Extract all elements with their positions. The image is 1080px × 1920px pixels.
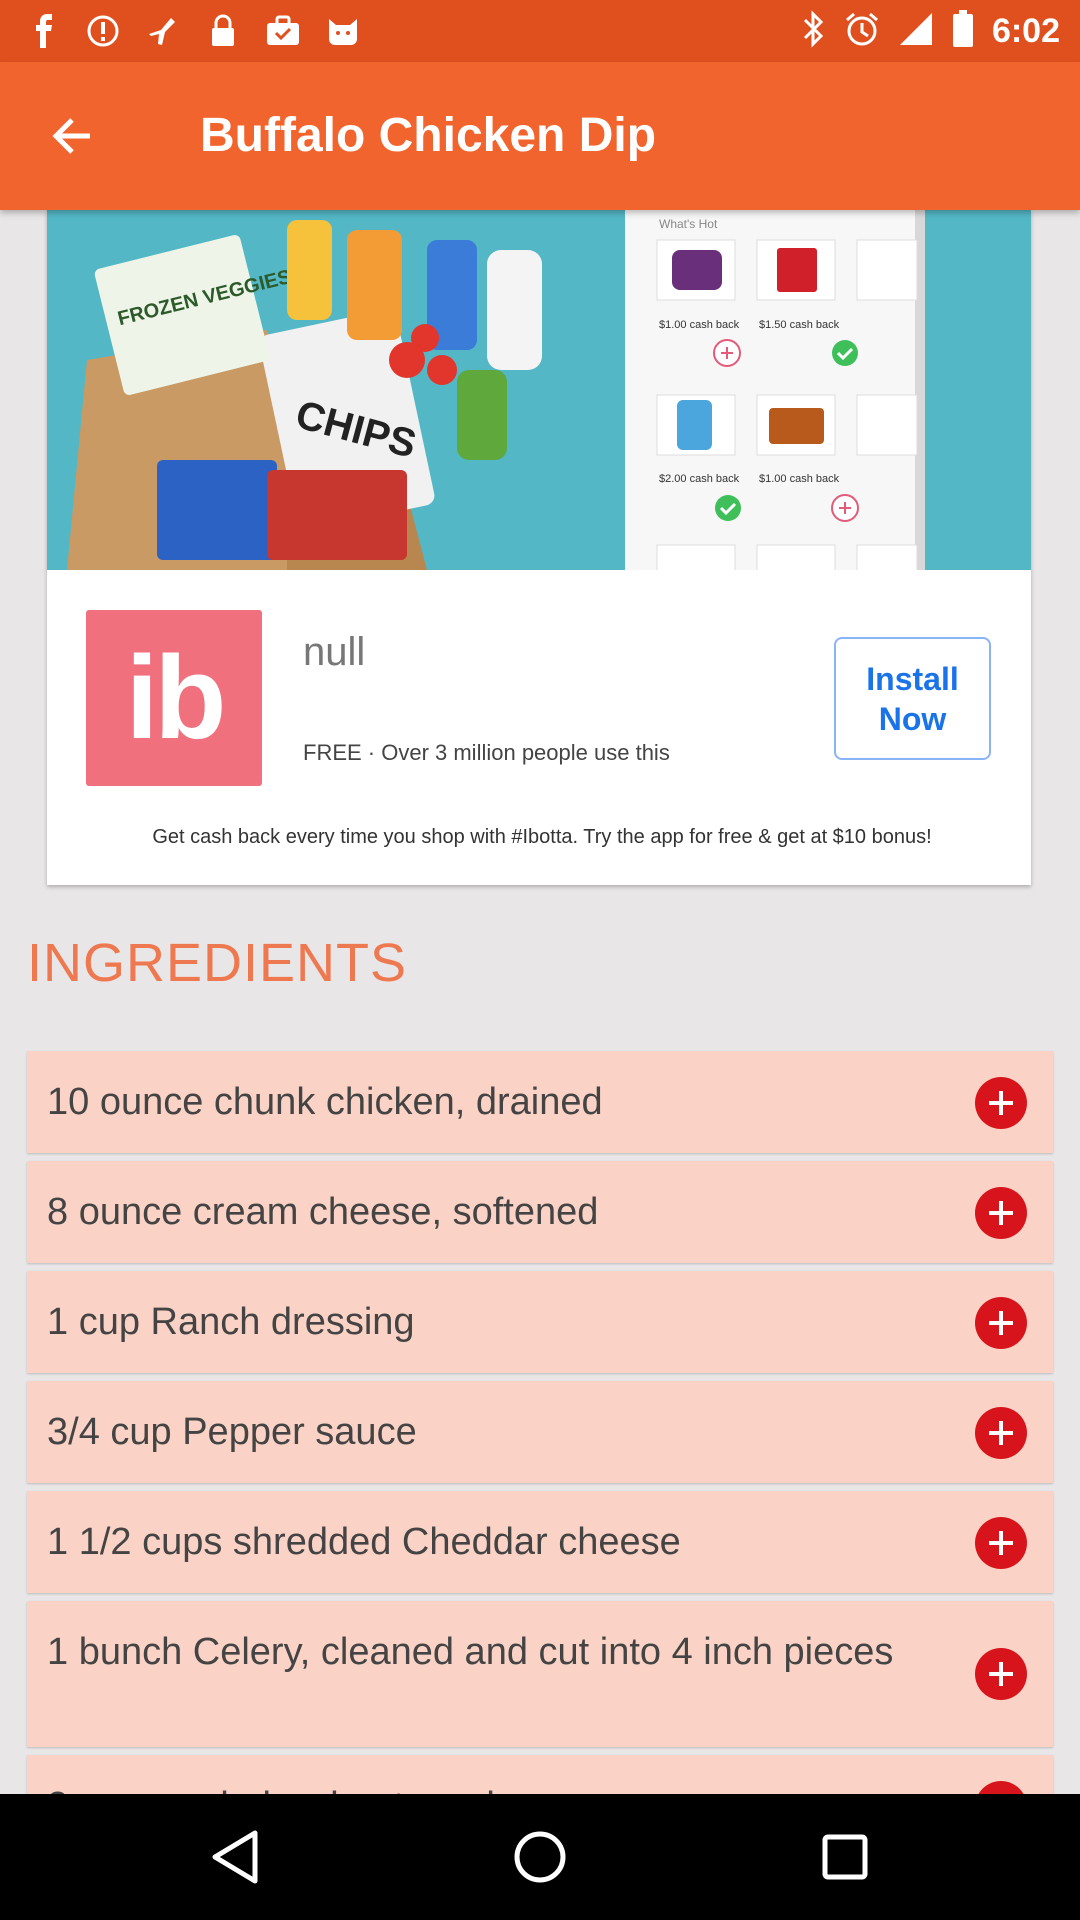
back-button[interactable] <box>42 106 102 166</box>
bluetooth-icon <box>802 10 826 53</box>
ingredient-row[interactable]: 3/4 cup Pepper sauce <box>27 1381 1053 1483</box>
ingredient-row[interactable]: 10 ounce chunk chicken, drained <box>27 1051 1053 1153</box>
system-icons: 6:02 <box>802 10 1060 53</box>
lock-icon <box>204 12 242 50</box>
notification-icons <box>24 12 362 50</box>
briefcase-icon <box>264 12 302 50</box>
cat-icon <box>324 12 362 50</box>
ingredient-text: 10 ounce chunk chicken, drained <box>47 1081 603 1123</box>
ibotta-logo-text: ib <box>125 632 227 764</box>
ingredient-text: 8 ounce cream cheese, softened <box>47 1191 599 1233</box>
ad-app-name: null <box>303 630 366 674</box>
nav-back-button[interactable] <box>205 1827 265 1887</box>
ingredients-heading: INGREDIENTS <box>27 933 408 993</box>
offer-4: $1.00 cash back <box>759 473 840 485</box>
offer-1: $1.00 cash back <box>659 319 740 331</box>
ad-subtitle: FREE · Over 3 million people use this <box>303 740 670 765</box>
recents-square-icon <box>822 1834 868 1880</box>
add-icon[interactable] <box>975 1517 1027 1569</box>
add-icon[interactable] <box>975 1407 1027 1459</box>
facebook-icon <box>24 12 62 50</box>
ingredient-list: 10 ounce chunk chicken, drained 8 ounce … <box>27 1051 1053 1865</box>
add-icon[interactable] <box>975 1648 1027 1700</box>
ingredient-row[interactable]: 1 cup Ranch dressing <box>27 1271 1053 1373</box>
ad-banner-image[interactable]: CHIPS FROZEN VEGGIES What's Hot $1.00 ca… <box>47 210 1031 570</box>
plane-icon <box>144 12 182 50</box>
phone-header: What's Hot <box>659 217 718 231</box>
ingredient-text: 1 cup Ranch dressing <box>47 1301 415 1343</box>
navigation-bar <box>0 1794 1080 1920</box>
page-title: Buffalo Chicken Dip <box>200 109 657 162</box>
offer-3: $2.00 cash back <box>659 473 740 485</box>
app-bar: Buffalo Chicken Dip <box>0 62 1080 210</box>
back-arrow-icon <box>52 118 90 154</box>
ingredient-text: 1 bunch Celery, cleaned and cut into 4 i… <box>47 1631 894 1673</box>
battery-icon <box>952 10 974 53</box>
install-label-line2: Now <box>878 700 947 737</box>
add-icon[interactable] <box>975 1077 1027 1129</box>
install-now-button[interactable]: Install Now <box>834 637 991 760</box>
status-bar: 6:02 <box>0 0 1080 62</box>
nav-recents-button[interactable] <box>815 1827 875 1887</box>
add-icon[interactable] <box>975 1297 1027 1349</box>
home-circle-icon <box>514 1831 566 1883</box>
ingredient-row[interactable]: 1 1/2 cups shredded Cheddar cheese <box>27 1491 1053 1593</box>
ad-description: Get cash back every time you shop with #… <box>152 826 932 848</box>
alarm-icon <box>844 11 880 52</box>
signal-icon <box>898 11 934 52</box>
ad-body: ib null FREE · Over 3 million people use… <box>47 570 1031 885</box>
back-triangle-icon <box>212 1830 258 1884</box>
ingredient-row[interactable]: 1 bunch Celery, cleaned and cut into 4 i… <box>27 1601 1053 1747</box>
clock: 6:02 <box>991 12 1060 50</box>
add-icon[interactable] <box>975 1187 1027 1239</box>
ingredient-row[interactable]: 8 ounce cream cheese, softened <box>27 1161 1053 1263</box>
offer-2: $1.50 cash back <box>759 319 840 331</box>
ingredient-text: 3/4 cup Pepper sauce <box>47 1411 417 1453</box>
ibotta-logo[interactable]: ib <box>86 610 262 786</box>
notification-icon <box>84 12 122 50</box>
nav-home-button[interactable] <box>510 1827 570 1887</box>
install-label-line1: Install <box>866 660 959 697</box>
ad-card[interactable]: CHIPS FROZEN VEGGIES What's Hot $1.00 ca… <box>47 210 1031 885</box>
ingredient-text: 1 1/2 cups shredded Cheddar cheese <box>47 1521 681 1563</box>
